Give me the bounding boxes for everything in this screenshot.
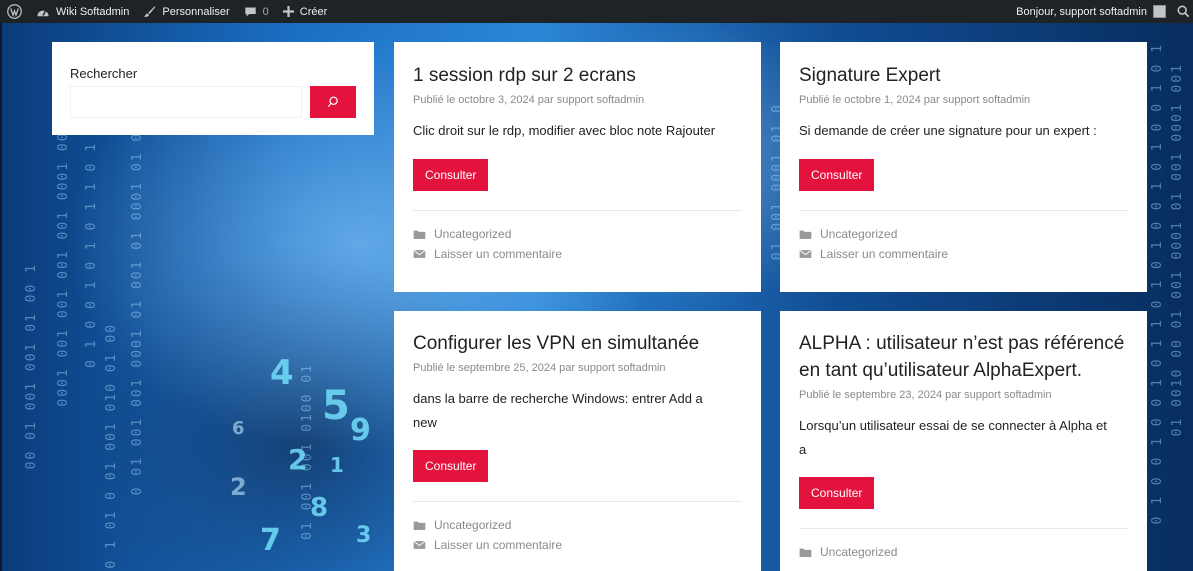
- post-title-line[interactable]: en tant qu’utilisateur AlphaExpert.: [799, 357, 1128, 384]
- post-excerpt: Clic droit sur le rdp, modifier avec blo…: [413, 123, 716, 138]
- post-title[interactable]: Configurer les VPN en simultanée: [413, 330, 742, 357]
- post-excerpt-line: Lorsqu’un utilisateur essai de se connec…: [799, 418, 1107, 433]
- comment-link[interactable]: Laisser un commentaire: [434, 538, 562, 552]
- post-category: Uncategorized: [413, 515, 742, 535]
- folder-icon: [413, 521, 426, 530]
- post-comment: Laisser un commentaire: [413, 535, 742, 555]
- folder-icon: [799, 230, 812, 239]
- dashboard-icon: [37, 9, 49, 16]
- post-comment: Laisser un commentaire: [413, 244, 742, 264]
- customize-label: Personnaliser: [162, 5, 230, 18]
- post-meta: Publié le octobre 1, 2024 par support so…: [799, 94, 1031, 106]
- post-comment: Laisser un commentaire: [799, 244, 1128, 264]
- post-category: Uncategorized: [413, 224, 742, 244]
- admin-bar: Wiki Softadmin Personnaliser 0 Créer Bon…: [0, 0, 1193, 23]
- divider: [799, 210, 1128, 211]
- new-label: Créer: [299, 5, 328, 18]
- post-title[interactable]: 1 session rdp sur 2 ecrans: [413, 62, 742, 89]
- post-card: 1 session rdp sur 2 ecrans Publié le oct…: [394, 42, 761, 292]
- envelope-icon: [413, 540, 426, 549]
- envelope-icon: [799, 249, 812, 258]
- new-content-menu[interactable]: Créer: [276, 0, 335, 23]
- comment-icon: [244, 6, 256, 17]
- my-account-menu[interactable]: Bonjour, support softadmin: [1009, 0, 1170, 23]
- consult-button[interactable]: Consulter: [799, 159, 875, 191]
- envelope-icon: [413, 249, 426, 258]
- post-card: Signature Expert Publié le octobre 1, 20…: [780, 42, 1147, 292]
- greeting: Bonjour, support softadmin: [1016, 5, 1147, 18]
- post-excerpt-line: new: [413, 415, 437, 430]
- post-meta: Publié le octobre 3, 2024 par support so…: [413, 94, 645, 106]
- comment-link[interactable]: Laisser un commentaire: [820, 247, 948, 261]
- divider: [413, 501, 742, 502]
- customize-link[interactable]: Personnaliser: [136, 0, 236, 23]
- frame-edge: [0, 23, 2, 571]
- category-link[interactable]: Uncategorized: [434, 518, 511, 532]
- comments-count: 0: [262, 5, 269, 18]
- search-icon: [327, 96, 338, 108]
- category-link[interactable]: Uncategorized: [434, 227, 511, 241]
- post-category: Uncategorized: [799, 542, 1128, 562]
- divider: [413, 210, 742, 211]
- search-input[interactable]: [70, 86, 302, 118]
- folder-icon: [799, 548, 812, 557]
- post-excerpt-line: a: [799, 442, 807, 457]
- post-title[interactable]: Signature Expert: [799, 62, 1128, 89]
- post-meta: Publié le septembre 25, 2024 par support…: [413, 362, 666, 374]
- post-excerpt-line: dans la barre de recherche Windows: entr…: [413, 391, 703, 406]
- brush-icon: [144, 6, 156, 17]
- category-link[interactable]: Uncategorized: [820, 545, 897, 559]
- plus-icon: [282, 6, 294, 17]
- search-widget: Rechercher: [52, 42, 374, 135]
- comments-link[interactable]: 0: [237, 0, 276, 23]
- search-title: Rechercher: [70, 66, 138, 81]
- category-link[interactable]: Uncategorized: [820, 227, 897, 241]
- post-meta: Publié le septembre 23, 2024 par support…: [799, 389, 1052, 401]
- avatar: [1153, 5, 1166, 18]
- search-button[interactable]: [310, 86, 356, 118]
- post-card: ALPHA : utilisateur n’est pas référencé …: [780, 311, 1147, 571]
- post-excerpt: Si demande de créer une signature pour u…: [799, 123, 1097, 138]
- post-category: Uncategorized: [799, 224, 1128, 244]
- wordpress-logo-icon[interactable]: [0, 0, 29, 23]
- folder-icon: [413, 230, 426, 239]
- consult-button[interactable]: Consulter: [799, 477, 875, 509]
- site-name: Wiki Softadmin: [56, 5, 130, 18]
- comment-link[interactable]: Laisser un commentaire: [434, 247, 562, 261]
- consult-button[interactable]: Consulter: [413, 159, 489, 191]
- post-card: Configurer les VPN en simultanée Publié …: [394, 311, 761, 571]
- adminbar-search-icon[interactable]: [1170, 0, 1193, 23]
- consult-button[interactable]: Consulter: [413, 450, 489, 482]
- divider: [799, 528, 1128, 529]
- site-name-menu[interactable]: Wiki Softadmin: [29, 0, 136, 23]
- post-title-line[interactable]: ALPHA : utilisateur n’est pas référencé: [799, 330, 1128, 357]
